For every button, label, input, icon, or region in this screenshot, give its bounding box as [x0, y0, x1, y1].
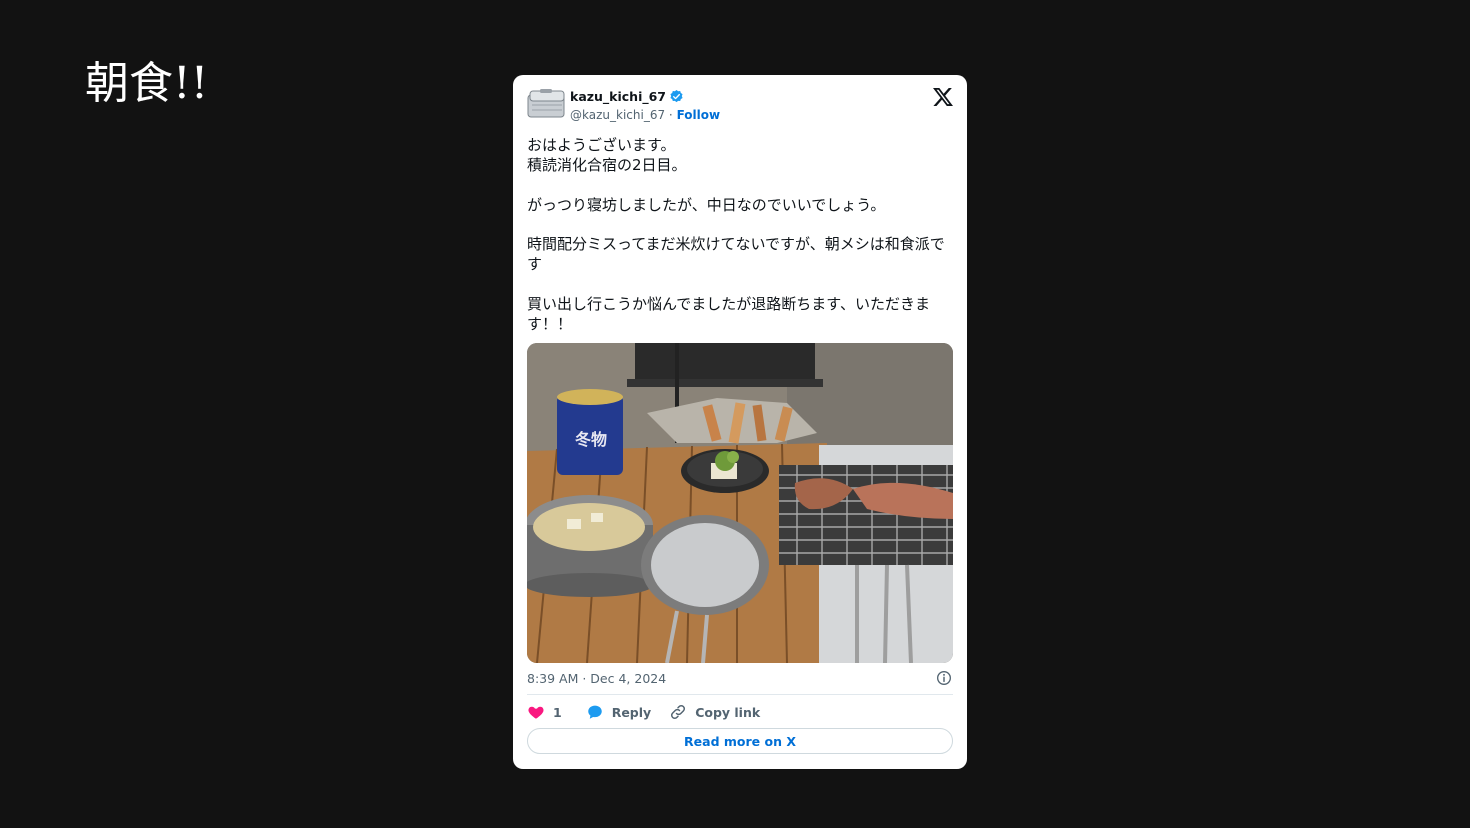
tweet-line: 時間配分ミスってまだ米炊けてないですが、朝メシは和食派です — [527, 235, 945, 273]
tweet-actions: 1 Reply Copy link — [527, 703, 760, 721]
tweet-line: おはようございます。 — [527, 136, 676, 154]
handle-line: @kazu_kichi_67 · Follow — [570, 108, 720, 122]
separator-dot: · — [668, 108, 673, 122]
author-name[interactable]: kazu_kichi_67 — [570, 89, 684, 104]
embedded-tweet-card: kazu_kichi_67 @kazu_kichi_67 · Follow おは… — [513, 75, 967, 769]
tweet-paragraph: がっつり寝坊しましたが、中日なのでいいでしょう。 — [527, 195, 955, 215]
x-logo-icon[interactable] — [933, 87, 953, 107]
tweet-photo[interactable]: 冬物 — [527, 343, 953, 663]
follow-button[interactable]: Follow — [677, 108, 721, 122]
tweet-paragraph: 時間配分ミスってまだ米炊けてないですが、朝メシは和食派です — [527, 234, 955, 274]
tweet-paragraph: おはようございます。 積読消化合宿の2日目。 — [527, 135, 955, 175]
tweet-line: がっつり寝坊しましたが、中日なのでいいでしょう。 — [527, 195, 886, 214]
tweet-line: 買い出し行こうか悩んでましたが退路断ちます、いただきます！！ — [527, 294, 931, 333]
tweet-line: 積読消化合宿の2日目。 — [527, 156, 687, 174]
reply-button[interactable]: Reply — [586, 703, 651, 721]
breakfast-photo: 冬物 — [527, 343, 953, 663]
author-handle[interactable]: @kazu_kichi_67 — [570, 108, 665, 122]
tweet-paragraph: 買い出し行こうか悩んでましたが退路断ちます、いただきます！！ — [527, 294, 955, 334]
svg-text:冬物: 冬物 — [575, 430, 607, 449]
reply-bubble-icon — [587, 705, 602, 719]
link-icon — [671, 704, 686, 720]
copy-link-label: Copy link — [695, 704, 761, 720]
tweet-text: おはようございます。 積読消化合宿の2日目。 がっつり寝坊しましたが、中日なので… — [527, 135, 955, 334]
verified-badge-icon — [670, 89, 683, 103]
slide-title: 朝食!! — [85, 58, 209, 109]
tweet-timestamp[interactable]: 8:39 AM · Dec 4, 2024 — [527, 671, 666, 686]
read-more-button[interactable]: Read more on X — [527, 728, 953, 754]
divider — [527, 694, 953, 695]
info-icon[interactable] — [936, 670, 952, 686]
reply-label: Reply — [611, 704, 652, 720]
avatar[interactable] — [526, 87, 568, 123]
like-count: 1 — [553, 704, 562, 720]
heart-icon — [528, 706, 544, 719]
copy-link-button[interactable]: Copy link — [669, 703, 760, 721]
display-name[interactable]: kazu_kichi_67 — [570, 89, 666, 104]
like-button[interactable]: 1 — [527, 703, 562, 721]
